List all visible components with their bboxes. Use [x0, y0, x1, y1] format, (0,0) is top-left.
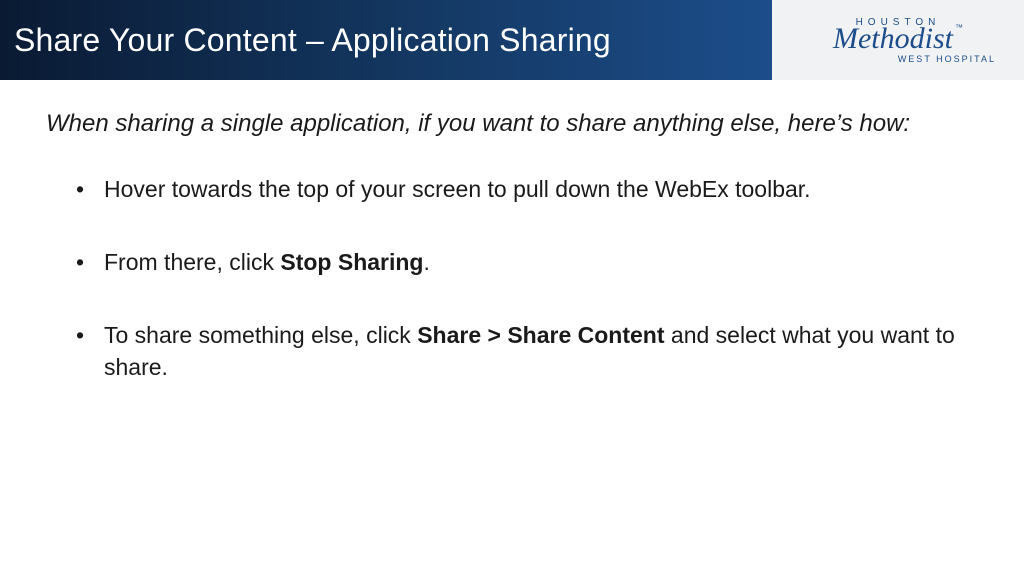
bold-text: Stop Sharing: [280, 249, 423, 275]
logo-main-text: Methodist™: [833, 24, 963, 54]
logo-sub-text: WEST HOSPITAL: [898, 54, 996, 64]
body-text: From there, click: [104, 249, 280, 275]
intro-text: When sharing a single application, if yo…: [46, 108, 978, 140]
trademark-icon: ™: [955, 23, 963, 32]
bold-text: Share > Share Content: [417, 322, 664, 348]
bullet-item: To share something else, click Share > S…: [76, 320, 978, 382]
bullet-item: From there, click Stop Sharing.: [76, 247, 978, 278]
body-text: Hover towards the top of your screen to …: [104, 176, 811, 202]
bullet-item: Hover towards the top of your screen to …: [76, 174, 978, 205]
bullet-list: Hover towards the top of your screen to …: [46, 174, 978, 382]
slide-title: Share Your Content – Application Sharing: [14, 22, 611, 59]
body-text: To share something else, click: [104, 322, 417, 348]
slide-header: Share Your Content – Application Sharing…: [0, 0, 1024, 80]
logo-wordmark: Methodist: [833, 22, 953, 55]
slide: Share Your Content – Application Sharing…: [0, 0, 1024, 576]
logo: HOUSTON Methodist™ WEST HOSPITAL: [772, 0, 1024, 80]
body-text: .: [424, 249, 430, 275]
title-bar: Share Your Content – Application Sharing: [0, 0, 772, 80]
slide-body: When sharing a single application, if yo…: [0, 80, 1024, 383]
